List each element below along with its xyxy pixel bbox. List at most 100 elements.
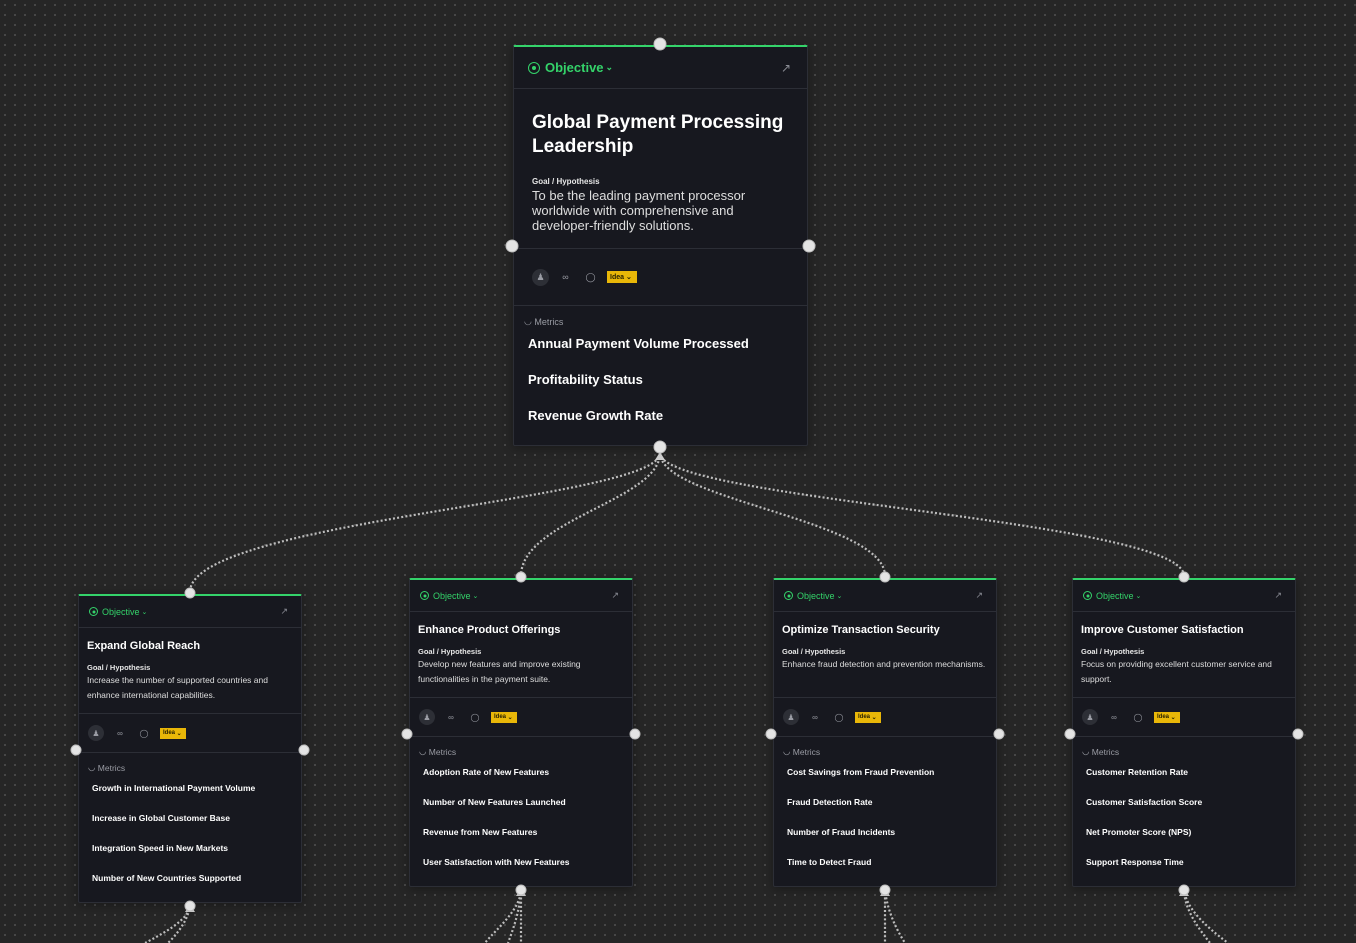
- type-selector[interactable]: Objective ⌄: [1083, 591, 1141, 601]
- open-arrow-icon[interactable]: ↗: [781, 61, 791, 75]
- status-badge[interactable]: Idea ⌄: [491, 711, 517, 723]
- status-label: Idea: [1157, 714, 1170, 720]
- objective-card-improve-customer-satisfaction[interactable]: Objective ⌄ ↗ Improve Customer Satisfact…: [1072, 578, 1296, 887]
- connection-handle-left[interactable]: [70, 744, 82, 756]
- open-arrow-icon[interactable]: ↗: [975, 590, 983, 601]
- metric-item[interactable]: Integration Speed in New Markets: [79, 843, 301, 853]
- comment-icon[interactable]: ◯: [1130, 709, 1146, 725]
- metric-item[interactable]: Annual Payment Volume Processed: [514, 336, 807, 351]
- objective-card-enhance-product-offerings[interactable]: Objective ⌄ ↗ Enhance Product Offerings …: [409, 578, 633, 887]
- metrics-list: Annual Payment Volume Processed Profitab…: [514, 327, 807, 423]
- metric-item[interactable]: Number of New Features Launched: [410, 797, 632, 807]
- connection-handle-bottom[interactable]: [184, 900, 196, 912]
- connection-handle-right[interactable]: [1292, 728, 1304, 740]
- edge-to-enhance-product-offerings: [519, 452, 662, 577]
- card-title[interactable]: Improve Customer Satisfaction: [1081, 624, 1287, 637]
- metric-item[interactable]: User Satisfaction with New Features: [410, 857, 632, 867]
- connection-handle-right[interactable]: [993, 728, 1005, 740]
- comment-icon[interactable]: ◯: [831, 709, 847, 725]
- status-badge[interactable]: Idea ⌄: [160, 727, 186, 739]
- link-icon[interactable]: ∞: [1106, 709, 1122, 725]
- objective-card-expand-global-reach[interactable]: Objective ⌄ ↗ Expand Global Reach Goal /…: [78, 594, 302, 903]
- edge-out-2: [484, 888, 523, 943]
- metric-item[interactable]: Adoption Rate of New Features: [410, 767, 632, 777]
- metric-item[interactable]: Customer Satisfaction Score: [1073, 797, 1295, 807]
- comment-icon[interactable]: ◯: [582, 269, 599, 286]
- user-icon[interactable]: ♟: [532, 268, 549, 286]
- open-arrow-icon[interactable]: ↗: [280, 606, 288, 617]
- edge-to-optimize-transaction-security: [658, 452, 887, 577]
- user-icon[interactable]: ♟: [419, 709, 435, 725]
- card-actions: ♟ ∞ ◯ Idea ⌄: [774, 698, 996, 737]
- metrics-section: ◡ Metrics Growth in International Paymen…: [79, 753, 301, 883]
- gauge-icon: ◡: [524, 316, 535, 326]
- metrics-header: ◡ Metrics: [410, 737, 632, 757]
- metric-item[interactable]: Revenue Growth Rate: [514, 408, 807, 423]
- connection-handle-left[interactable]: [765, 728, 777, 740]
- connection-handle-bottom[interactable]: [879, 884, 891, 896]
- goal-text[interactable]: Focus on providing excellent customer se…: [1081, 657, 1287, 687]
- link-icon[interactable]: ∞: [443, 709, 459, 725]
- objective-card-optimize-transaction-security[interactable]: Objective ⌄ ↗ Optimize Transaction Secur…: [773, 578, 997, 887]
- open-arrow-icon[interactable]: ↗: [611, 590, 619, 601]
- card-title[interactable]: Global Payment Processing Leadership: [532, 111, 789, 159]
- status-badge[interactable]: Idea ⌄: [607, 271, 637, 283]
- goal-text[interactable]: Enhance fraud detection and prevention m…: [782, 657, 988, 672]
- metric-item[interactable]: Customer Retention Rate: [1073, 767, 1295, 777]
- gauge-icon: ◡: [419, 746, 429, 756]
- link-icon[interactable]: ∞: [112, 725, 128, 741]
- open-arrow-icon[interactable]: ↗: [1274, 590, 1282, 601]
- connection-handle-left[interactable]: [401, 728, 413, 740]
- objective-card-root[interactable]: Objective ⌄ ↗ Global Payment Processing …: [513, 45, 808, 446]
- status-badge[interactable]: Idea ⌄: [855, 711, 881, 723]
- metric-item[interactable]: Number of New Countries Supported: [79, 873, 301, 883]
- metric-item[interactable]: Time to Detect Fraud: [774, 857, 996, 867]
- link-icon[interactable]: ∞: [807, 709, 823, 725]
- metric-item[interactable]: Net Promoter Score (NPS): [1073, 827, 1295, 837]
- link-icon[interactable]: ∞: [557, 269, 574, 286]
- goal-text[interactable]: Increase the number of supported countri…: [87, 673, 293, 703]
- metric-item[interactable]: Profitability Status: [514, 372, 807, 387]
- edge-to-expand-global-reach: [188, 452, 662, 593]
- type-selector[interactable]: Objective ⌄: [528, 60, 613, 75]
- metric-item[interactable]: Growth in International Payment Volume: [79, 783, 301, 793]
- connection-handle-left[interactable]: [1064, 728, 1076, 740]
- connection-handle-top[interactable]: [653, 37, 667, 51]
- metric-item[interactable]: Cost Savings from Fraud Prevention: [774, 767, 996, 777]
- metric-item[interactable]: Fraud Detection Rate: [774, 797, 996, 807]
- metric-item[interactable]: Revenue from New Features: [410, 827, 632, 837]
- goal-label: Goal / Hypothesis: [87, 663, 151, 672]
- metric-item[interactable]: Support Response Time: [1073, 857, 1295, 867]
- user-icon[interactable]: ♟: [88, 725, 104, 741]
- type-label: Objective: [102, 606, 140, 617]
- connection-handle-top[interactable]: [515, 571, 527, 583]
- connection-handle-right[interactable]: [298, 744, 310, 756]
- card-title[interactable]: Enhance Product Offerings: [418, 624, 624, 637]
- connection-handle-right[interactable]: [629, 728, 641, 740]
- comment-icon[interactable]: ◯: [136, 725, 152, 741]
- target-icon: [784, 591, 793, 600]
- connection-handle-top[interactable]: [1178, 571, 1190, 583]
- metric-item[interactable]: Number of Fraud Incidents: [774, 827, 996, 837]
- status-badge[interactable]: Idea ⌄: [1154, 711, 1180, 723]
- user-icon[interactable]: ♟: [783, 709, 799, 725]
- connection-handle-bottom[interactable]: [653, 440, 667, 454]
- card-title[interactable]: Optimize Transaction Security: [782, 624, 988, 637]
- goal-text[interactable]: To be the leading payment processor worl…: [532, 188, 789, 233]
- target-icon: [420, 591, 429, 600]
- card-title[interactable]: Expand Global Reach: [87, 640, 293, 653]
- connection-handle-top[interactable]: [184, 587, 196, 599]
- connection-handle-bottom[interactable]: [515, 884, 527, 896]
- connection-handle-bottom[interactable]: [1178, 884, 1190, 896]
- metrics-section: ◡ Metrics Cost Savings from Fraud Preven…: [774, 737, 996, 867]
- metric-item[interactable]: Increase in Global Customer Base: [79, 813, 301, 823]
- type-selector[interactable]: Objective ⌄: [420, 591, 478, 601]
- connection-handle-right[interactable]: [802, 239, 816, 253]
- type-selector[interactable]: Objective ⌄: [89, 607, 147, 617]
- goal-text[interactable]: Develop new features and improve existin…: [418, 657, 624, 687]
- connection-handle-left[interactable]: [505, 239, 519, 253]
- user-icon[interactable]: ♟: [1082, 709, 1098, 725]
- connection-handle-top[interactable]: [879, 571, 891, 583]
- comment-icon[interactable]: ◯: [467, 709, 483, 725]
- type-selector[interactable]: Objective ⌄: [784, 591, 842, 601]
